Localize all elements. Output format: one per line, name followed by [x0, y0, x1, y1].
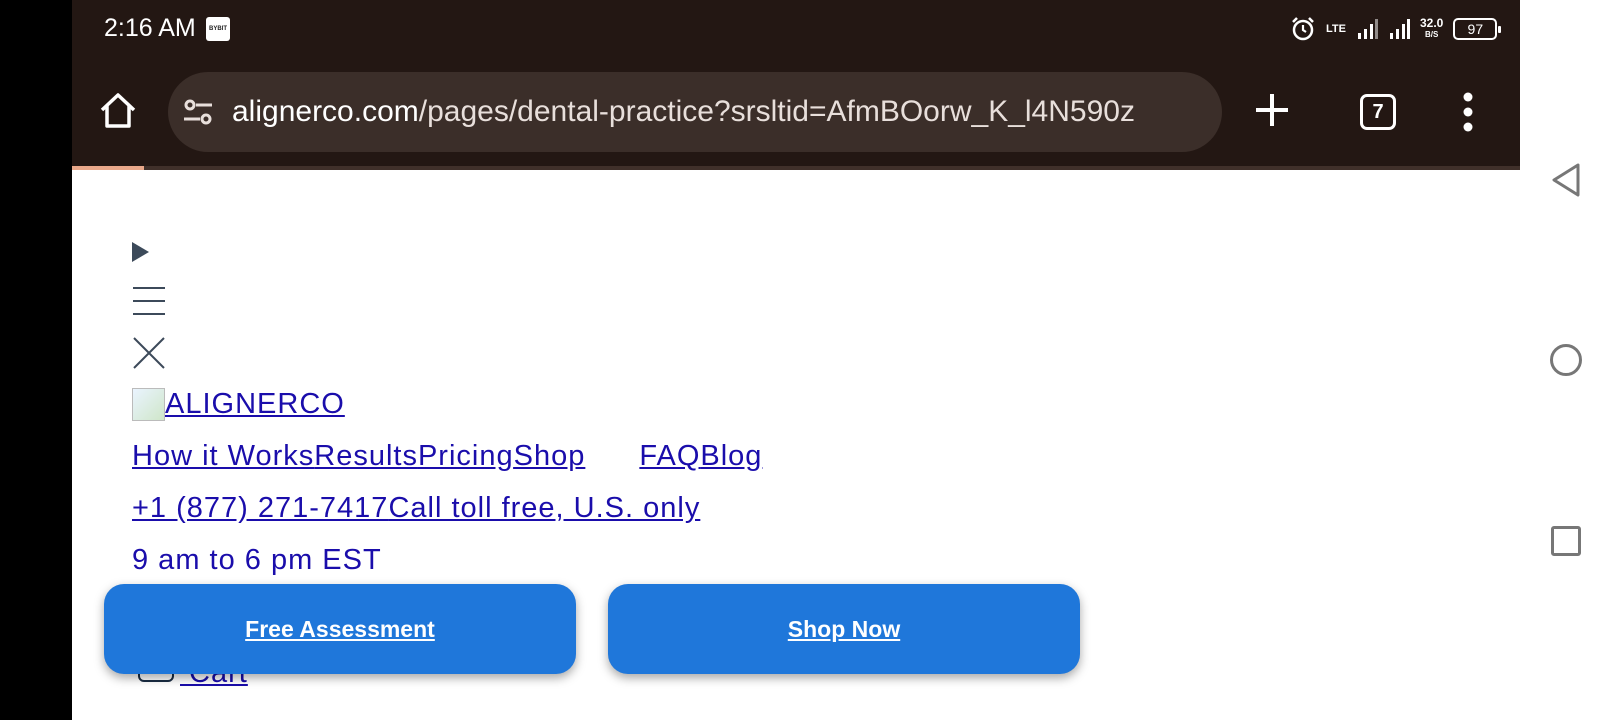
back-icon[interactable] [1550, 162, 1582, 198]
nav-link-shop[interactable]: Shop [514, 440, 586, 472]
browser-screen: 2:16 AM BYBIT LTE 32.0 B/S 97 alignerco.… [72, 0, 1520, 720]
signal-icon-2 [1389, 19, 1410, 39]
logo-alt-text: ALIGNERCO [165, 388, 345, 420]
phone-number: +1 (877) 271-7417 [132, 492, 389, 524]
main-nav: How it WorksResultsPricingShop FAQBlog [132, 440, 762, 473]
url-text[interactable]: alignerco.com/pages/dental-practice?srsl… [232, 95, 1135, 129]
logo-link[interactable]: ALIGNERCO [132, 388, 345, 421]
more-vert-icon[interactable] [1462, 92, 1474, 132]
nav-link-faq[interactable]: FAQ [639, 440, 700, 472]
network-speed: 32.0 B/S [1419, 16, 1444, 40]
url-bar[interactable]: alignerco.com/pages/dental-practice?srsl… [168, 72, 1222, 152]
close-x-icon[interactable] [132, 336, 166, 370]
business-hours: 9 am to 6 pm EST [132, 544, 382, 576]
battery-level: 97 [1467, 21, 1484, 37]
signal-icon-1 [1357, 19, 1378, 39]
tab-switcher-button[interactable]: 7 [1360, 94, 1396, 130]
url-host: alignerco.com [232, 95, 419, 128]
phone-link[interactable]: +1 (877) 271-7417Call toll free, U.S. on… [132, 492, 700, 525]
shop-now-button[interactable]: Shop Now [608, 584, 1080, 674]
url-path: /pages/dental-practice?srsltid=AfmBOorw_… [418, 95, 1135, 128]
square-recents-icon[interactable] [1551, 526, 1581, 556]
alarm-icon [1292, 17, 1314, 41]
free-assessment-button[interactable]: Free Assessment [104, 584, 576, 674]
nav-link-blog[interactable]: Blog [700, 440, 762, 472]
network-speed-value: 32.0 [1419, 16, 1444, 30]
status-time: 2:16 AM [104, 14, 196, 42]
tune-icon[interactable] [182, 96, 214, 128]
phone-note: Call toll free, U.S. only [388, 492, 701, 524]
triangle-right-icon[interactable] [132, 242, 149, 262]
plus-icon[interactable] [1252, 90, 1292, 130]
notification-app-icon: BYBIT [206, 17, 230, 41]
nav-link-how-it-works[interactable]: How it Works [132, 440, 314, 472]
network-type: LTE [1326, 23, 1346, 35]
network-speed-unit: B/S [1424, 30, 1439, 39]
home-icon[interactable] [96, 88, 140, 132]
nav-link-results[interactable]: Results [314, 440, 418, 472]
circle-home-icon[interactable] [1550, 344, 1582, 376]
status-icons: LTE 32.0 B/S 97 [1290, 14, 1502, 44]
browser-chrome: 2:16 AM BYBIT LTE 32.0 B/S 97 alignerco.… [72, 0, 1520, 170]
nav-link-pricing[interactable]: Pricing [418, 440, 514, 472]
hamburger-icon[interactable] [132, 286, 166, 316]
android-nav-bar [1520, 0, 1612, 720]
battery-icon: 97 [1453, 18, 1502, 40]
broken-image-icon [132, 388, 165, 421]
